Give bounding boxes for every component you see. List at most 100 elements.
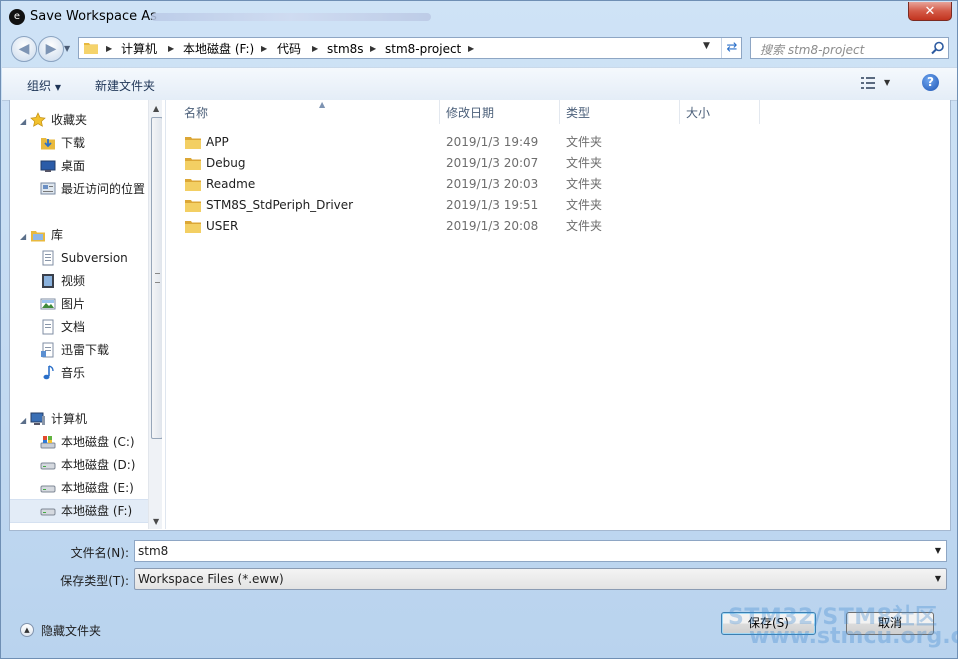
folder-icon	[185, 221, 201, 233]
breadcrumb-drive-f[interactable]: 本地磁盘 (F:)	[183, 41, 254, 57]
hard-drive-icon	[40, 462, 56, 470]
arrow-left-icon: ◀	[18, 41, 30, 57]
file-row-user[interactable]: USER 2019/1/3 20:08 文件夹	[174, 216, 934, 237]
breadcrumb-code[interactable]: 代码	[277, 41, 301, 57]
breadcrumb-stm8s[interactable]: stm8s	[327, 41, 364, 57]
scroll-thumb[interactable]	[151, 117, 162, 439]
hide-folders-label: 隐藏文件夹	[41, 624, 102, 638]
breadcrumb-computer[interactable]: 计算机	[121, 41, 157, 57]
folder-icon	[185, 158, 201, 170]
document-library-icon	[41, 342, 54, 358]
command-toolbar: 组织 ▼ 新建文件夹 ▼ ?	[2, 67, 957, 101]
folder-icon	[185, 200, 201, 212]
folder-icon	[84, 43, 98, 54]
filename-value: stm8	[138, 544, 169, 558]
arrow-right-icon: ▶	[45, 41, 57, 57]
file-name: Debug	[206, 156, 246, 170]
refresh-icon[interactable]: ⇄	[721, 38, 742, 58]
search-input[interactable]: 搜索 stm8-project	[750, 37, 949, 59]
file-date: 2019/1/3 20:07	[446, 156, 539, 170]
new-folder-button[interactable]: 新建文件夹	[95, 77, 155, 94]
file-type: 文件夹	[566, 219, 603, 233]
address-history-dropdown[interactable]: ▼	[703, 41, 710, 51]
file-name: USER	[206, 219, 239, 233]
file-row-app[interactable]: APP 2019/1/3 19:49 文件夹	[174, 132, 934, 153]
breadcrumb-separator[interactable]: ▶	[370, 41, 376, 57]
file-type: 文件夹	[566, 177, 603, 191]
video-icon	[42, 274, 54, 288]
computer-icon	[30, 412, 45, 425]
search-placeholder: 搜索 stm8-project	[760, 43, 865, 57]
music-note-icon	[43, 365, 54, 380]
back-button[interactable]: ◀	[11, 36, 37, 62]
help-button[interactable]: ?	[922, 74, 939, 91]
file-date: 2019/1/3 20:03	[446, 177, 539, 191]
breadcrumb-stm8-project[interactable]: stm8-project	[385, 41, 461, 57]
star-icon	[30, 112, 46, 127]
expand-favorites[interactable]: ◢	[20, 117, 26, 126]
sidebar-item-drive-f[interactable]: 本地磁盘 (F:)	[10, 499, 148, 523]
address-bar[interactable]: ▶ 计算机 ▶ 本地磁盘 (F:) ▶ 代码 ▶ stm8s ▶ stm8-pr…	[78, 37, 742, 59]
file-type: 文件夹	[566, 135, 603, 149]
column-name[interactable]: ▲ 名称	[178, 100, 440, 124]
file-type: 文件夹	[566, 198, 603, 212]
expand-computer[interactable]: ◢	[20, 416, 26, 425]
folder-icon	[185, 179, 201, 191]
file-row-stm8s-stdperiph-driver[interactable]: STM8S_StdPeriph_Driver 2019/1/3 19:51 文件…	[174, 195, 934, 216]
file-date: 2019/1/3 19:49	[446, 135, 539, 149]
save-dialog: e Save Workspace As ✕ ◀ ▶ ▼ ▶ 计算机 ▶ 本地磁盘…	[0, 0, 958, 659]
navigation-pane[interactable]: ◢ 收藏夹 下载 桌面 最近访问的位置 ◢ 库 Subversion 视频 图片…	[10, 100, 162, 529]
scroll-grip	[155, 273, 160, 283]
breadcrumb-separator[interactable]: ▶	[312, 41, 318, 57]
download-folder-icon	[41, 138, 55, 150]
picture-icon	[40, 298, 56, 310]
file-type: 文件夹	[566, 156, 603, 170]
sort-ascending-icon: ▲	[319, 100, 326, 109]
filetype-value: Workspace Files (*.eww)	[138, 572, 284, 586]
folder-icon	[185, 137, 201, 149]
close-button[interactable]: ✕	[908, 2, 952, 21]
navigation-scrollbar[interactable]: ▲ ▼	[148, 100, 162, 529]
column-date-modified[interactable]: 修改日期	[440, 100, 560, 124]
expand-libraries[interactable]: ◢	[20, 232, 26, 241]
chevron-down-icon: ▼	[934, 574, 941, 583]
view-options-icon[interactable]	[860, 76, 876, 90]
recent-pages-dropdown[interactable]: ▼	[64, 44, 70, 53]
hard-drive-icon	[40, 508, 56, 516]
filetype-select[interactable]: Workspace Files (*.eww) ▼	[134, 568, 947, 590]
filename-label: 文件名(N):	[70, 546, 129, 560]
watermark-line2: www.stmcu.org.cn	[749, 624, 958, 649]
file-date: 2019/1/3 19:51	[446, 198, 539, 212]
organize-menu[interactable]: 组织 ▼	[27, 77, 61, 94]
file-row-readme[interactable]: Readme 2019/1/3 20:03 文件夹	[174, 174, 934, 195]
documents-icon	[42, 319, 54, 335]
column-size[interactable]: 大小	[680, 100, 760, 124]
file-name: APP	[206, 135, 229, 149]
breadcrumb-separator[interactable]: ▶	[468, 41, 474, 57]
hard-drive-icon	[40, 485, 56, 493]
file-list[interactable]: ▲ 名称 修改日期 类型 大小 APP 2019/1/3 19:49 文件夹 D…	[166, 100, 950, 529]
scroll-up-arrow[interactable]: ▲	[153, 104, 159, 113]
recent-places-icon	[40, 182, 56, 195]
blurred-title-area	[151, 13, 431, 21]
forward-button[interactable]: ▶	[38, 36, 64, 62]
library-icon	[31, 231, 45, 242]
document-library-icon	[42, 250, 54, 266]
desktop-icon	[40, 160, 56, 172]
column-type[interactable]: 类型	[560, 100, 680, 124]
search-icon[interactable]	[931, 41, 945, 55]
file-row-debug[interactable]: Debug 2019/1/3 20:07 文件夹	[174, 153, 934, 174]
breadcrumb-separator[interactable]: ▶	[168, 41, 174, 57]
file-name: STM8S_StdPeriph_Driver	[206, 198, 354, 212]
file-date: 2019/1/3 20:08	[446, 219, 539, 233]
filename-history-dropdown[interactable]: ▼	[935, 541, 941, 561]
breadcrumb-separator[interactable]: ▶	[106, 41, 112, 57]
scroll-down-arrow[interactable]: ▼	[153, 517, 159, 526]
navigation-bar: ◀ ▶ ▼ ▶ 计算机 ▶ 本地磁盘 (F:) ▶ 代码 ▶ stm8s ▶ s…	[1, 35, 957, 63]
view-options-dropdown[interactable]: ▼	[884, 78, 890, 87]
title-bar[interactable]: e Save Workspace As ✕	[1, 1, 957, 33]
filename-field[interactable]: stm8 ▼	[134, 540, 947, 562]
system-drive-icon	[40, 436, 56, 449]
breadcrumb-separator[interactable]: ▶	[261, 41, 267, 57]
filetype-label: 保存类型(T):	[60, 574, 129, 588]
